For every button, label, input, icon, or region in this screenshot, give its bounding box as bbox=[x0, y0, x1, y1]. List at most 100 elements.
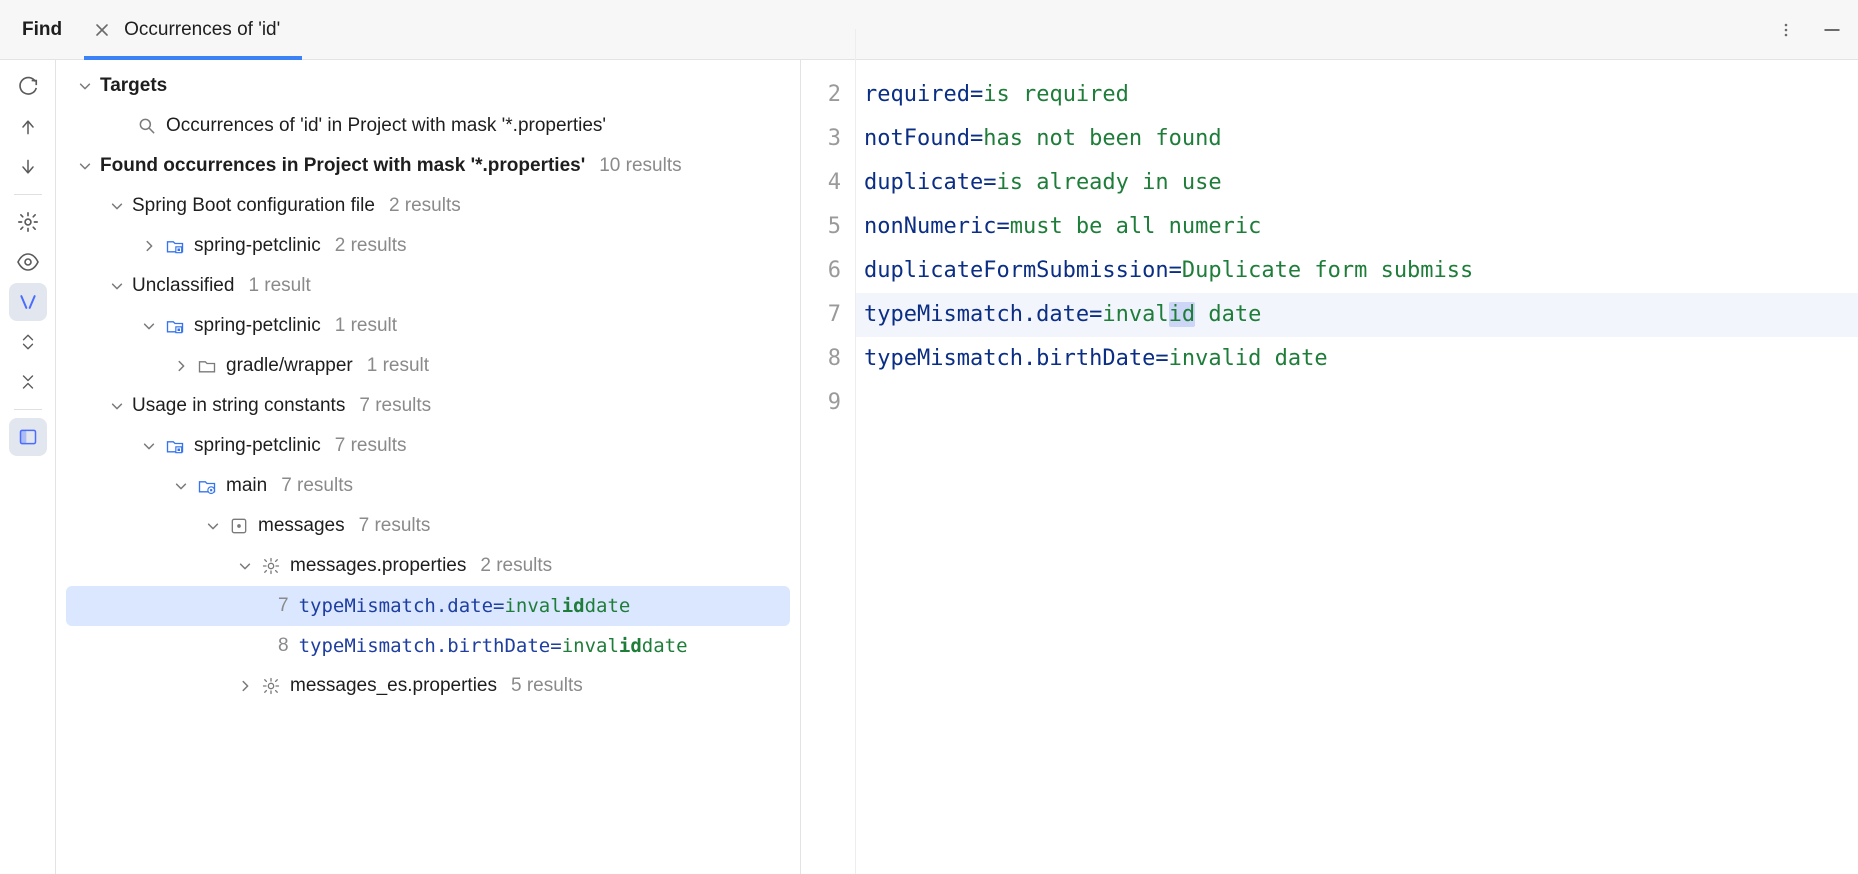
chevron-right-icon[interactable] bbox=[236, 677, 254, 695]
close-icon[interactable] bbox=[94, 22, 110, 38]
token-key: welcome bbox=[864, 38, 957, 63]
folder-node[interactable]: gradle/wrapper 1 result bbox=[56, 346, 800, 386]
project-label: spring-petclinic bbox=[194, 435, 321, 457]
token-key: typeMismatch.date bbox=[864, 302, 1089, 327]
chevron-down-icon[interactable] bbox=[76, 157, 94, 175]
chevron-down-icon[interactable] bbox=[172, 477, 190, 495]
occurrence-val-post: date bbox=[642, 635, 688, 657]
chevron-right-icon[interactable] bbox=[140, 237, 158, 255]
category-string-constants[interactable]: Usage in string constants 7 results bbox=[56, 386, 800, 426]
token-equals: = bbox=[996, 214, 1009, 239]
token-value: inval bbox=[1102, 302, 1168, 327]
result-count: 2 results bbox=[389, 195, 461, 217]
occurrence-row[interactable]: 8 typeMismatch.birthDate=invalid date bbox=[56, 626, 800, 666]
source-root-node[interactable]: main 7 results bbox=[56, 466, 800, 506]
package-node[interactable]: messages 7 results bbox=[56, 506, 800, 546]
next-occurrence-icon[interactable] bbox=[9, 148, 47, 186]
token-value: Welcome bbox=[970, 38, 1063, 63]
active-tab-underline bbox=[84, 56, 302, 60]
code-line[interactable]: duplicateFormSubmission=Duplicate form s… bbox=[864, 249, 1858, 293]
token-value: must be all numeric bbox=[1010, 214, 1262, 239]
chevron-down-icon[interactable] bbox=[140, 437, 158, 455]
file-node-messages-properties[interactable]: messages.properties 2 results bbox=[56, 546, 800, 586]
preview-editor[interactable]: 123456789 welcome=Welcomerequired=is req… bbox=[801, 29, 1858, 874]
project-node[interactable]: spring-petclinic 7 results bbox=[56, 426, 800, 466]
rerun-icon[interactable] bbox=[9, 68, 47, 106]
module-icon bbox=[164, 235, 186, 257]
settings-icon[interactable] bbox=[9, 203, 47, 241]
code-line[interactable]: nonNumeric=must be all numeric bbox=[864, 205, 1858, 249]
chevron-down-icon[interactable] bbox=[204, 517, 222, 535]
code-area[interactable]: welcome=Welcomerequired=is requirednotFo… bbox=[856, 29, 1858, 874]
separator bbox=[14, 194, 42, 195]
result-count: 1 result bbox=[367, 355, 429, 377]
source-folder-icon bbox=[196, 475, 218, 497]
result-count: 7 results bbox=[335, 435, 407, 457]
token-equals: = bbox=[970, 126, 983, 151]
occurrence-row-selected[interactable]: 7 typeMismatch.date=invalid date bbox=[66, 586, 790, 626]
tab-label: Occurrences of 'id' bbox=[124, 19, 280, 41]
prev-occurrence-icon[interactable] bbox=[9, 108, 47, 146]
occurrence-match: id bbox=[562, 595, 585, 617]
found-count: 10 results bbox=[599, 155, 681, 177]
token-equals: = bbox=[1089, 302, 1102, 327]
code-line[interactable]: duplicate=is already in use bbox=[864, 161, 1858, 205]
token-key: typeMismatch.birthDate bbox=[864, 346, 1155, 371]
group-by-icon[interactable] bbox=[9, 283, 47, 321]
code-line[interactable]: required=is required bbox=[864, 73, 1858, 117]
gutter-line-number: 3 bbox=[801, 117, 841, 161]
chevron-down-icon[interactable] bbox=[140, 317, 158, 335]
chevron-right-icon[interactable] bbox=[172, 357, 190, 375]
project-node[interactable]: spring-petclinic 2 results bbox=[56, 226, 800, 266]
occurrence-val-pre: inval bbox=[504, 595, 561, 617]
gutter-line-number: 1 bbox=[801, 29, 841, 73]
gutter-line-number: 8 bbox=[801, 337, 841, 381]
targets-detail-text: Occurrences of 'id' in Project with mask… bbox=[166, 115, 606, 137]
side-panel-icon[interactable] bbox=[9, 418, 47, 456]
line-number: 7 bbox=[278, 595, 289, 617]
result-count: 1 result bbox=[248, 275, 310, 297]
targets-header[interactable]: Targets bbox=[56, 66, 800, 106]
chevron-down-icon[interactable] bbox=[76, 77, 94, 95]
result-count: 7 results bbox=[359, 515, 431, 537]
tool-column bbox=[0, 60, 56, 874]
occurrence-key: typeMismatch.date= bbox=[299, 595, 505, 617]
category-unclassified[interactable]: Unclassified 1 result bbox=[56, 266, 800, 306]
module-icon bbox=[164, 315, 186, 337]
search-match-highlight: id bbox=[1169, 302, 1196, 327]
result-count: 2 results bbox=[480, 555, 552, 577]
module-icon bbox=[164, 435, 186, 457]
file-node-messages-es-properties[interactable]: messages_es.properties 5 results bbox=[56, 666, 800, 706]
chevron-down-icon[interactable] bbox=[236, 557, 254, 575]
gutter-line-number: 9 bbox=[801, 381, 841, 425]
code-line[interactable]: typeMismatch.date=invalid date bbox=[864, 293, 1858, 337]
targets-detail[interactable]: Occurrences of 'id' in Project with mask… bbox=[56, 106, 800, 146]
category-springboot[interactable]: Spring Boot configuration file 2 results bbox=[56, 186, 800, 226]
properties-file-icon bbox=[260, 675, 282, 697]
code-line[interactable] bbox=[864, 381, 1858, 425]
preview-icon[interactable] bbox=[9, 243, 47, 281]
code-line[interactable]: typeMismatch.birthDate=invalid date bbox=[864, 337, 1858, 381]
occurrence-key: typeMismatch.birthDate= bbox=[299, 635, 562, 657]
folder-icon bbox=[196, 355, 218, 377]
token-key: duplicate bbox=[864, 170, 983, 195]
properties-file-icon bbox=[260, 555, 282, 577]
code-line[interactable]: notFound=has not been found bbox=[864, 117, 1858, 161]
occurrence-val-post: date bbox=[585, 595, 631, 617]
results-tree[interactable]: Targets Occurrences of 'id' in Project w… bbox=[56, 60, 801, 874]
category-label: Usage in string constants bbox=[132, 395, 345, 417]
occurrence-match: id bbox=[619, 635, 642, 657]
collapse-all-icon[interactable] bbox=[9, 363, 47, 401]
code-line[interactable]: welcome=Welcome bbox=[864, 29, 1858, 73]
chevron-down-icon[interactable] bbox=[108, 197, 126, 215]
package-icon bbox=[228, 515, 250, 537]
project-node[interactable]: spring-petclinic 1 result bbox=[56, 306, 800, 346]
gutter-line-number: 6 bbox=[801, 249, 841, 293]
chevron-down-icon[interactable] bbox=[108, 397, 126, 415]
folder-label: gradle/wrapper bbox=[226, 355, 353, 377]
gutter-line-number: 5 bbox=[801, 205, 841, 249]
chevron-down-icon[interactable] bbox=[108, 277, 126, 295]
found-header[interactable]: Found occurrences in Project with mask '… bbox=[56, 146, 800, 186]
expand-all-icon[interactable] bbox=[9, 323, 47, 361]
tab-occurrences[interactable]: Occurrences of 'id' bbox=[84, 0, 302, 59]
